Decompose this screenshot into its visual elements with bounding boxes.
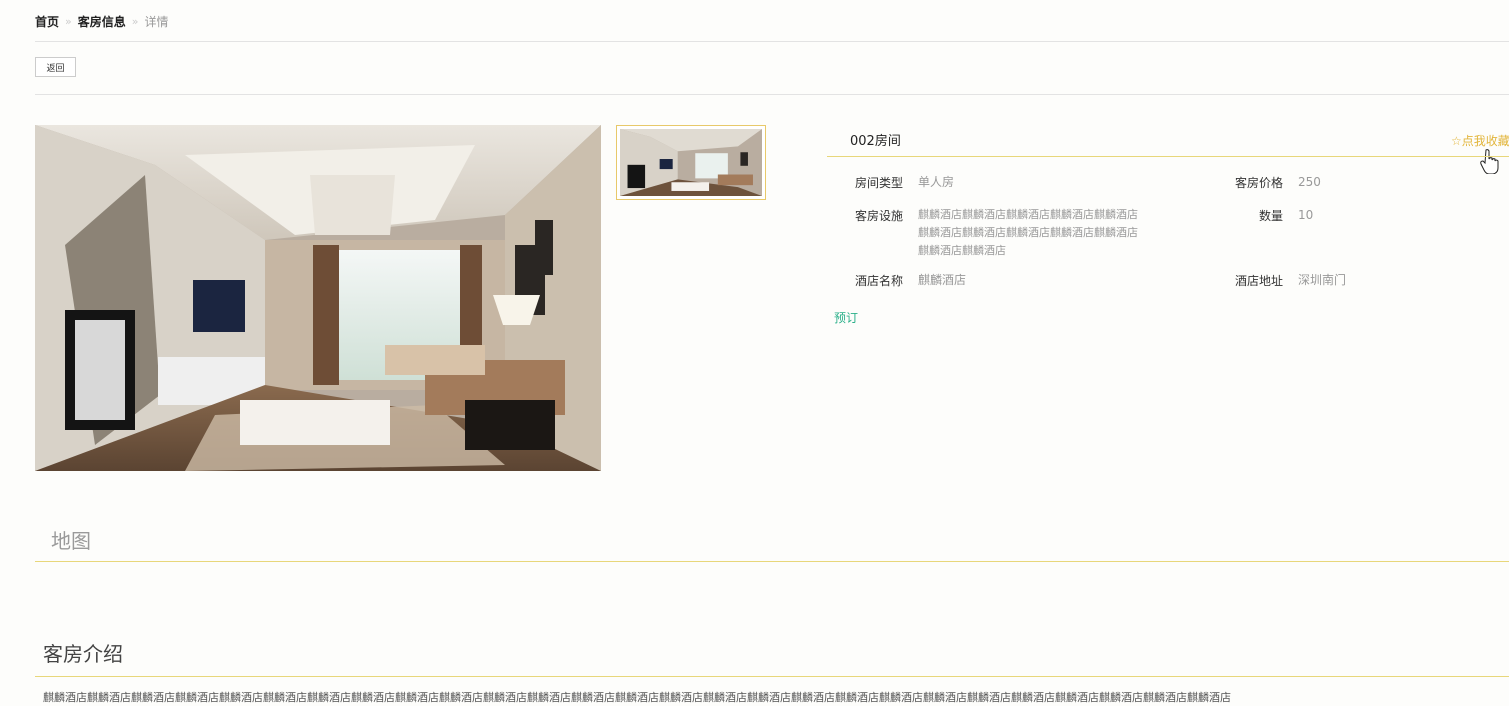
intro-divider xyxy=(35,676,1509,677)
breadcrumb-separator: » xyxy=(131,15,139,28)
back-button[interactable]: 返回 xyxy=(35,57,76,77)
breadcrumb-current: 详情 xyxy=(144,15,169,29)
favorite-button[interactable]: ☆点我收藏 xyxy=(1451,132,1509,149)
room-type-label: 房间类型 xyxy=(854,176,903,190)
book-link[interactable]: 预订 xyxy=(834,309,858,326)
breadcrumb-home-link[interactable]: 首页 xyxy=(35,13,59,30)
room-type-value: 单人房 xyxy=(918,175,955,189)
hotel-name-label: 酒店名称 xyxy=(854,274,903,288)
map-divider xyxy=(35,561,1509,562)
quantity-value: 10 xyxy=(1298,208,1314,222)
room-main-image xyxy=(35,125,601,471)
facilities-value-line-1: 麒麟酒店麒麟酒店麒麟酒店麒麟酒店麒麟酒店 xyxy=(918,208,1138,221)
breadcrumb: 首页 » 客房信息 » 详情 xyxy=(35,13,169,30)
hotel-name-value: 麒麟酒店 xyxy=(918,273,967,287)
room-price-value: 250 xyxy=(1298,175,1321,189)
facilities-value-line-2: 麒麟酒店麒麟酒店麒麟酒店麒麟酒店麒麟酒店 xyxy=(918,226,1138,239)
hotel-address-value: 深圳南门 xyxy=(1298,273,1347,287)
divider xyxy=(35,94,1509,95)
hand-pointer-icon xyxy=(1480,148,1500,178)
breadcrumb-rooms-link[interactable]: 客房信息 xyxy=(78,13,126,30)
title-divider xyxy=(827,156,1509,157)
quantity-label: 数量 xyxy=(1258,209,1283,223)
room-thumbnail[interactable] xyxy=(616,125,766,200)
intro-text: 麒麟酒店麒麟酒店麒麟酒店麒麟酒店麒麟酒店麒麟酒店麒麟酒店麒麟酒店麒麟酒店麒麟酒店… xyxy=(43,691,1231,704)
room-price-label: 客房价格 xyxy=(1234,176,1283,190)
divider xyxy=(35,41,1509,42)
facilities-value-line-3: 麒麟酒店麒麟酒店 xyxy=(918,244,1006,257)
breadcrumb-separator: » xyxy=(65,15,72,28)
intro-section-title: 客房介绍 xyxy=(43,642,123,666)
map-section-title: 地图 xyxy=(51,529,91,553)
hotel-address-label: 酒店地址 xyxy=(1234,274,1283,288)
room-title: 002房间 xyxy=(850,134,901,149)
facilities-label: 客房设施 xyxy=(854,209,903,223)
